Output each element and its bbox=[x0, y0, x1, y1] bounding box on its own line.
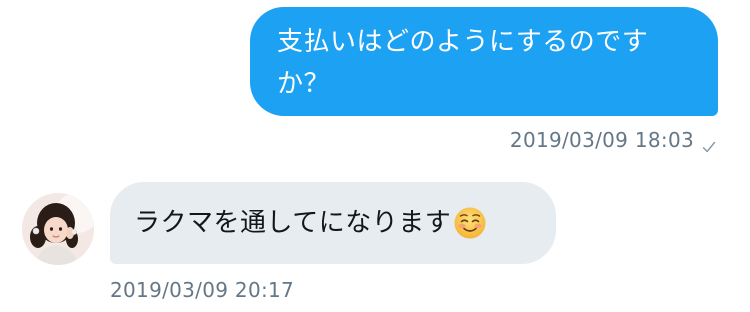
smiling-face-icon bbox=[453, 206, 487, 240]
avatar[interactable] bbox=[22, 193, 94, 265]
incoming-message-bubble[interactable]: ラクマを通してになります bbox=[110, 182, 556, 264]
incoming-message-timestamp: 2019/03/09 20:17 bbox=[110, 278, 295, 302]
outgoing-message-timestamp: 2019/03/09 18:03 bbox=[509, 128, 694, 152]
incoming-message-text: ラクマを通してになります bbox=[134, 208, 452, 238]
check-icon bbox=[702, 133, 716, 153]
outgoing-message-bubble[interactable]: 支払いはどのようにするのですか？ bbox=[250, 7, 718, 116]
outgoing-message-meta: 2019/03/09 18:03 bbox=[510, 126, 716, 154]
outgoing-message-text: 支払いはどのようにするのですか？ bbox=[277, 27, 649, 99]
